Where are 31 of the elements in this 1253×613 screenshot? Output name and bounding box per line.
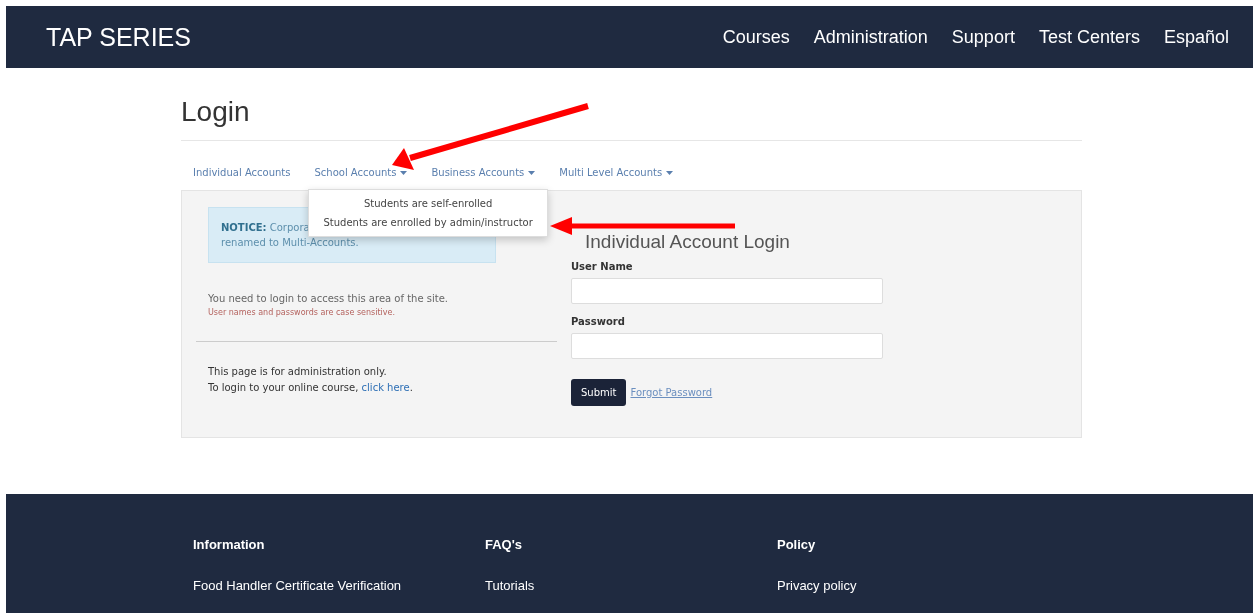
footer-heading: FAQ's <box>485 537 524 552</box>
click-here-link[interactable]: click here <box>361 382 410 393</box>
footer-heading: Policy <box>777 537 817 552</box>
form-title: Individual Account Login <box>584 231 791 253</box>
nav-link[interactable]: Español <box>1163 26 1229 48</box>
menu-item[interactable]: Students are enrolled by admin/instructor <box>309 213 547 232</box>
notice-text: renamed to Multi-Accounts. <box>221 236 359 250</box>
nav-link[interactable]: Support <box>951 26 1015 48</box>
login-message: You need to login to access this area of the site. <box>208 293 449 304</box>
nav-link[interactable]: Test Centers <box>1038 26 1140 48</box>
brand-logo[interactable]: TAP SERIES <box>46 22 191 52</box>
field-label: Password <box>571 316 626 327</box>
input-field[interactable] <box>571 278 883 304</box>
input-field[interactable] <box>571 333 883 359</box>
footer-link[interactable]: Privacy policy <box>777 578 1069 593</box>
footer-heading: Information <box>193 537 266 552</box>
case-sensitivity-note: User names and passwords are case sensitive. <box>208 308 396 317</box>
notice-text: NOTICE: Corpora <box>221 221 310 235</box>
nav-link[interactable]: Courses <box>722 26 790 48</box>
field-label: User Name <box>571 261 634 272</box>
admin-note: This page is for administration only. <box>208 365 388 379</box>
account-tab[interactable]: Multi Level Accounts <box>547 155 686 190</box>
footer-link[interactable]: Tutorials <box>485 578 777 593</box>
menu-item[interactable]: Students are self-enrolled <box>309 194 547 213</box>
footer-link[interactable]: Food Handler Certificate Verification <box>193 578 485 593</box>
account-tab[interactable]: Business Accounts <box>419 155 548 190</box>
submit-button[interactable]: Submit <box>571 379 627 406</box>
page-title: Login <box>181 96 1082 141</box>
nav-link[interactable]: Administration <box>813 26 928 48</box>
course-login-note: To login to your online course, click here. <box>208 381 414 395</box>
account-tab[interactable]: Individual Accounts <box>181 155 303 190</box>
